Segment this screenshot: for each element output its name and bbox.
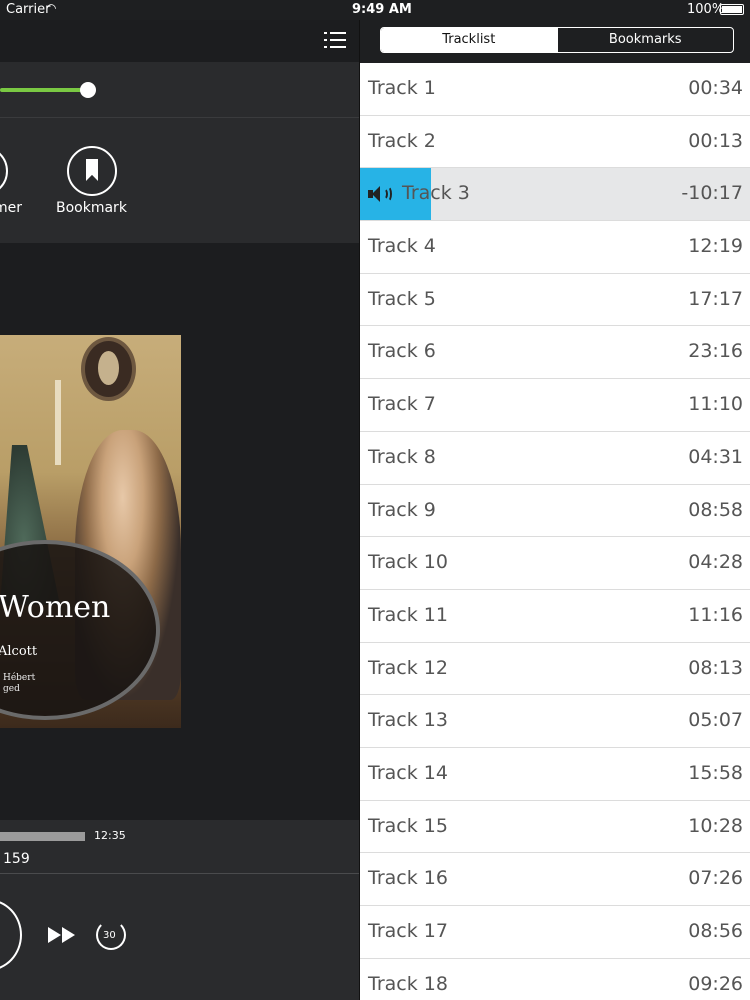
track-duration: 08:13 xyxy=(688,656,743,679)
track-duration: 04:31 xyxy=(688,445,743,468)
track-duration: 11:10 xyxy=(688,393,743,416)
track-name: Track 17 xyxy=(368,920,448,942)
track-duration: 04:28 xyxy=(688,551,743,574)
segmented-control-bar: Tracklist Bookmarks xyxy=(360,20,750,63)
clock: 9:49 AM xyxy=(352,2,412,17)
player-actions: mer Bookmark xyxy=(0,118,359,243)
book-cover: Women Alcott Hébert ged xyxy=(0,335,181,728)
track-duration: 09:26 xyxy=(688,972,743,995)
track-row[interactable]: Track 7 11:10 xyxy=(360,379,750,432)
track-name: Track 1 xyxy=(368,77,436,99)
track-name: Track 9 xyxy=(368,498,436,521)
duration-label: 12:35 xyxy=(94,829,126,842)
track-name: Track 4 xyxy=(368,235,436,258)
track-row[interactable]: Track 10 04:28 xyxy=(360,537,750,590)
track-duration: 12:19 xyxy=(688,235,743,258)
divider xyxy=(0,873,359,874)
track-row[interactable]: Track 13 05:07 xyxy=(360,695,750,748)
track-name: Track 6 xyxy=(368,340,436,363)
track-duration: 05:07 xyxy=(688,709,743,732)
skip-forward-label: 30 xyxy=(103,930,116,941)
player-panel: mer Bookmark Women Alcott Hébert ged 12:3… xyxy=(0,0,359,1000)
list-menu-icon[interactable] xyxy=(324,31,346,49)
bookmark-button[interactable] xyxy=(67,146,117,196)
playback-speed-slider-row xyxy=(0,62,359,118)
track-name: Track 7 xyxy=(368,393,436,416)
player-topbar xyxy=(0,20,359,62)
track-row[interactable]: Track 8 04:31 xyxy=(360,431,750,485)
track-duration: 15:58 xyxy=(688,761,743,784)
speaker-icon xyxy=(368,185,394,203)
track-duration: 08:58 xyxy=(688,498,743,521)
track-row[interactable]: Track 17 08:56 xyxy=(360,906,750,959)
track-row[interactable]: Track 15 10:28 xyxy=(360,800,750,854)
track-row[interactable]: Track 2 00:13 xyxy=(360,115,750,169)
track-row[interactable]: Track 6 23:16 xyxy=(360,326,750,380)
track-name: Track 8 xyxy=(368,445,436,468)
track-name: Track 15 xyxy=(368,814,448,837)
tab-tracklist[interactable]: Tracklist xyxy=(381,28,557,52)
status-bar: Carrier ◠ 9:49 AM 100% xyxy=(0,0,750,20)
track-name: Track 18 xyxy=(368,972,448,995)
track-row[interactable]: Track 9 08:58 xyxy=(360,484,750,538)
segmented-control: Tracklist Bookmarks xyxy=(380,27,734,53)
track-name: Track 10 xyxy=(368,551,448,574)
slider-thumb[interactable] xyxy=(80,82,96,98)
cover-author: Alcott xyxy=(0,644,38,659)
track-row[interactable]: Track 18 09:26 xyxy=(360,958,750,1000)
track-row[interactable]: Track 4 12:19 xyxy=(360,221,750,274)
track-row[interactable]: Track 3 -10:17 xyxy=(360,168,750,222)
track-name: Track 2 xyxy=(368,129,436,152)
track-duration: 07:26 xyxy=(688,867,743,890)
scrubber-track[interactable] xyxy=(0,832,85,841)
battery-icon xyxy=(720,4,744,15)
tracklist-panel: Tracklist Bookmarks Track 1 00:34 Track 2 0… xyxy=(359,0,750,1000)
track-name: Track 13 xyxy=(368,709,448,732)
track-row[interactable]: Track 16 07:26 xyxy=(360,853,750,906)
track-duration: 00:34 xyxy=(688,77,743,99)
cover-portrait xyxy=(81,337,136,401)
track-duration: 00:13 xyxy=(688,129,743,152)
track-duration: 08:56 xyxy=(688,920,743,942)
slider-track xyxy=(0,88,88,92)
track-name: Track 3 xyxy=(402,182,470,205)
track-name: Track 12 xyxy=(368,656,448,679)
track-row[interactable]: Track 12 08:13 xyxy=(360,642,750,696)
track-duration: 23:16 xyxy=(688,340,743,363)
transport-controls: 12:35 159 30 xyxy=(0,820,359,1000)
track-name: Track 11 xyxy=(368,603,448,626)
track-row[interactable]: Track 11 11:16 xyxy=(360,589,750,643)
battery-percentage: 100% xyxy=(687,2,725,17)
fast-forward-icon[interactable] xyxy=(46,923,78,947)
track-name: Track 14 xyxy=(368,761,448,784)
track-list: Track 1 00:34 Track 2 00:13 Track 3 -10:17 Tra… xyxy=(360,63,750,1000)
page-number: 159 xyxy=(3,851,30,867)
timer-button[interactable] xyxy=(0,146,8,196)
track-row[interactable]: Track 5 17:17 xyxy=(360,273,750,327)
bookmark-icon xyxy=(86,159,98,181)
tab-bookmarks[interactable]: Bookmarks xyxy=(556,28,734,52)
play-pause-button[interactable] xyxy=(0,899,22,971)
track-name: Track 16 xyxy=(368,867,448,890)
carrier-label: Carrier xyxy=(6,2,51,17)
track-name: Track 5 xyxy=(368,287,436,310)
timer-label: mer xyxy=(0,200,23,216)
track-duration: 17:17 xyxy=(688,287,743,310)
cover-title: Women xyxy=(0,590,111,625)
track-row[interactable]: Track 14 15:58 xyxy=(360,747,750,801)
wifi-icon: ◠ xyxy=(46,1,57,15)
cover-narrator: Hébert ged xyxy=(3,673,36,694)
track-row[interactable]: Track 1 00:34 xyxy=(360,63,750,116)
track-duration: 11:16 xyxy=(688,603,743,626)
track-duration: 10:28 xyxy=(688,814,743,837)
track-duration: -10:17 xyxy=(681,182,743,205)
bookmark-label: Bookmark xyxy=(56,200,127,216)
